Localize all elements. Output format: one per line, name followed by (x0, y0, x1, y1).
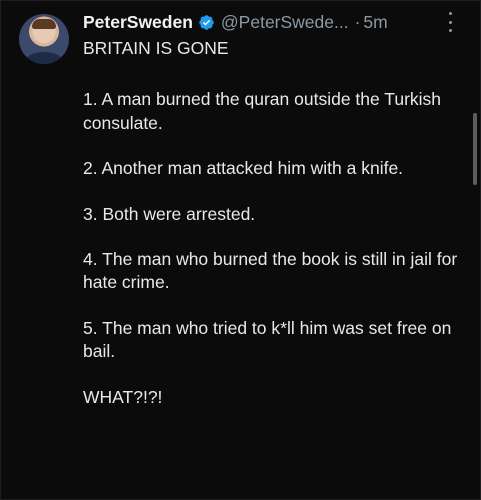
author-name[interactable]: PeterSweden (83, 12, 193, 33)
avatar-shirt (25, 52, 63, 64)
tweet-line-headline: BRITAIN IS GONE (83, 38, 229, 58)
tweet-line-3: 3. Both were arrested. (83, 203, 256, 224)
dot (448, 20, 452, 24)
avatar-hair (32, 19, 56, 29)
dot-separator: · (354, 11, 361, 32)
dot (448, 29, 452, 32)
author-handle[interactable]: @PeterSwede... (221, 12, 349, 33)
tweet-card[interactable]: PeterSweden @PeterSwede... · 5m BRITAIN … (0, 0, 481, 500)
tweet-header: PeterSweden @PeterSwede... · 5m (83, 10, 388, 34)
tweet-line-final: WHAT?!?! (83, 386, 163, 407)
verified-badge-icon (198, 14, 215, 31)
dot (448, 12, 452, 15)
scrollbar-thumb[interactable] (473, 113, 477, 185)
tweet-line-4: 4. The man who burned the book is still … (83, 249, 458, 293)
timestamp[interactable]: 5m (363, 12, 387, 33)
tweet-line-1: 1. A man burned the quran outside the Tu… (83, 89, 442, 133)
tweet-body: BRITAIN IS GONE 1. A man burned the qura… (83, 37, 468, 431)
tweet-line-2: 2. Another man attacked him with a knife… (83, 158, 404, 179)
avatar[interactable] (19, 14, 69, 64)
tweet-line-5: 5. The man who tried to k*ll him was set… (83, 317, 452, 362)
more-options-icon[interactable] (442, 12, 458, 32)
